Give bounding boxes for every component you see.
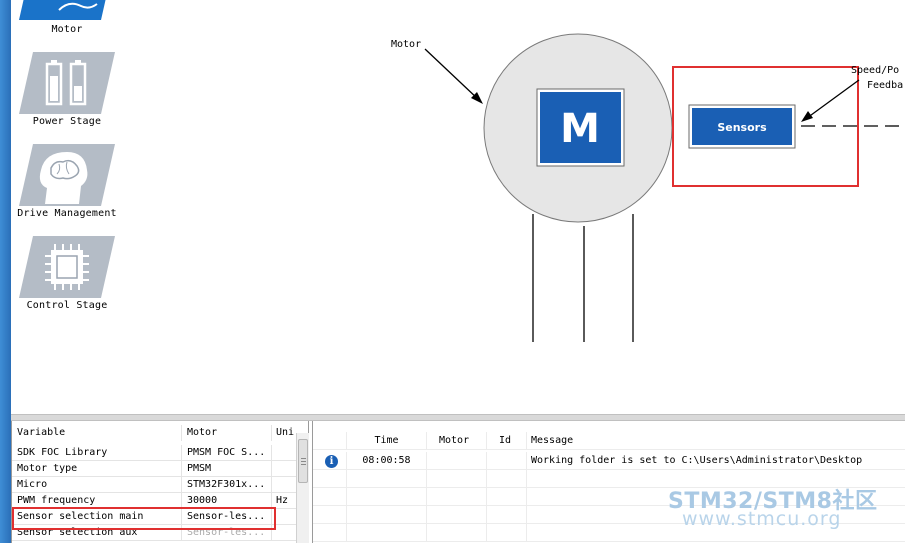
scrollbar-thumb[interactable] bbox=[298, 439, 308, 483]
palette-item-motor[interactable]: Motor bbox=[11, 0, 123, 40]
log-icon-cell: i bbox=[313, 452, 347, 470]
sensor-selection-highlight-box bbox=[12, 507, 276, 530]
variable-name: SDK FOC Library bbox=[12, 445, 182, 461]
chip-icon bbox=[19, 236, 115, 298]
log-motor bbox=[427, 452, 487, 470]
variable-unit bbox=[272, 477, 296, 493]
palette-item-control-stage[interactable]: Control Stage bbox=[11, 234, 123, 316]
watermark: STM32/STM8社区 www.stmcu.org bbox=[668, 483, 905, 533]
brain-head-icon bbox=[19, 144, 115, 206]
variable-table-header: Variable Motor Uni bbox=[12, 425, 296, 441]
log-row[interactable]: i 08:00:58 Working folder is set to C:\U… bbox=[313, 452, 905, 470]
log-time: 08:00:58 bbox=[347, 452, 427, 470]
palette-item-power-stage[interactable]: Power Stage bbox=[11, 50, 123, 132]
table-row[interactable]: Micro STM32F301x... bbox=[12, 477, 296, 493]
log-message: Working folder is set to C:\Users\Admini… bbox=[531, 455, 863, 466]
column-header-variable[interactable]: Variable bbox=[12, 425, 182, 441]
info-icon: i bbox=[325, 455, 338, 468]
table-row[interactable]: SDK FOC Library PMSM FOC S... bbox=[12, 445, 296, 461]
message-log-header: Time Motor Id Message bbox=[313, 432, 905, 450]
motor-icon bbox=[19, 0, 106, 20]
column-header-motor[interactable]: Motor bbox=[182, 425, 272, 441]
component-palette: Motor Power Stage Drive Management Contr… bbox=[11, 0, 123, 414]
feedback-callout-arrow bbox=[806, 79, 860, 119]
palette-label: Power Stage bbox=[32, 116, 102, 127]
variable-value: PMSM FOC S... bbox=[182, 445, 272, 461]
feedback-callout: Speed/Po Feedba bbox=[801, 65, 903, 122]
column-header-id[interactable]: Id bbox=[487, 432, 527, 450]
variable-name: Micro bbox=[12, 477, 182, 493]
motor-callout: Motor bbox=[391, 39, 483, 104]
column-header-message[interactable]: Message bbox=[527, 432, 905, 450]
sensors-label: Sensors bbox=[717, 121, 767, 134]
motor-callout-arrow bbox=[424, 48, 480, 101]
column-header-icon bbox=[313, 432, 347, 450]
motor-callout-label: Motor bbox=[391, 39, 421, 50]
motor-diagram: Motor M Sensors Speed/Po Feedba bbox=[391, 33, 905, 342]
window-edge bbox=[0, 0, 11, 543]
palette-label: Motor bbox=[51, 24, 83, 35]
feedback-callout-arrowhead bbox=[801, 111, 813, 122]
variable-name: Motor type bbox=[12, 461, 182, 477]
panel-splitter[interactable] bbox=[11, 414, 905, 421]
column-header-time[interactable]: Time bbox=[347, 432, 427, 450]
feedback-callout-line1: Speed/Po bbox=[851, 65, 899, 76]
column-header-unit[interactable]: Uni bbox=[272, 425, 296, 441]
watermark-url: www.stmcu.org bbox=[682, 508, 842, 530]
variable-unit bbox=[272, 445, 296, 461]
motor-symbol: M bbox=[560, 106, 600, 152]
palette-label: Control Stage bbox=[26, 300, 108, 311]
palette-label: Drive Management bbox=[17, 208, 117, 219]
column-header-motor[interactable]: Motor bbox=[427, 432, 487, 450]
battery-icon bbox=[19, 52, 115, 114]
variable-unit bbox=[272, 461, 296, 477]
variable-table-scrollbar[interactable] bbox=[296, 433, 309, 543]
log-id bbox=[487, 452, 527, 470]
feedback-callout-line2: Feedba bbox=[867, 80, 903, 91]
variable-value: PMSM bbox=[182, 461, 272, 477]
motor-phase-wires bbox=[532, 214, 634, 342]
palette-item-drive-management[interactable]: Drive Management bbox=[11, 142, 123, 224]
table-row[interactable]: Motor type PMSM bbox=[12, 461, 296, 477]
variable-value: STM32F301x... bbox=[182, 477, 272, 493]
